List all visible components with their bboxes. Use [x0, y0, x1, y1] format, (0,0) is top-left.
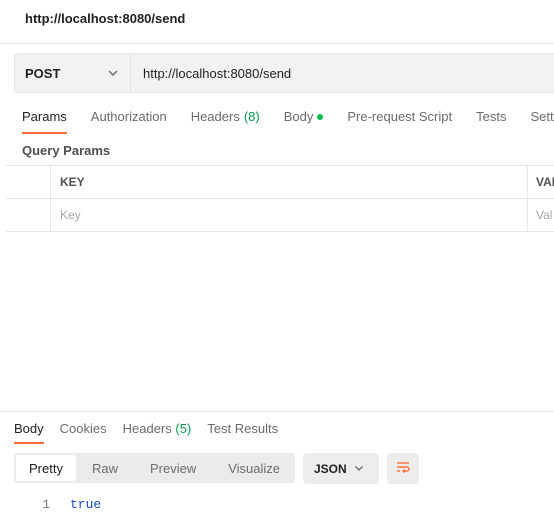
wrap-lines-button[interactable]	[387, 453, 419, 484]
query-params-title: Query Params	[22, 143, 111, 158]
body-indicator-dot	[317, 113, 324, 120]
tab-body[interactable]: Body	[284, 109, 324, 134]
url-input[interactable]	[131, 54, 554, 92]
view-raw-button[interactable]: Raw	[76, 455, 134, 481]
tab-tests[interactable]: Tests	[476, 109, 506, 134]
view-visualize-button[interactable]: Visualize	[212, 455, 296, 481]
query-params-table: KEY VAL Key Val	[6, 165, 554, 232]
tab-response-headers-label: Headers	[122, 421, 172, 436]
response-tabs: Body Cookies Headers (5) Test Results	[14, 421, 294, 444]
view-mode-selector: Pretty Raw Preview Visualize	[14, 453, 295, 483]
tab-cookies[interactable]: Cookies	[60, 421, 107, 444]
wrap-lines-icon	[395, 459, 411, 478]
header-divider	[0, 43, 554, 44]
response-divider	[0, 411, 554, 412]
tab-response-body[interactable]: Body	[14, 421, 44, 444]
line-number: 1	[42, 497, 50, 512]
format-label: JSON	[314, 461, 347, 476]
table-row: Key Val	[6, 199, 554, 232]
tab-settings[interactable]: Sett	[530, 109, 553, 134]
tab-prerequest-script[interactable]: Pre-request Script	[347, 109, 452, 134]
value-input[interactable]: Val	[528, 199, 554, 231]
method-label: POST	[25, 65, 61, 81]
tab-test-results[interactable]: Test Results	[207, 421, 278, 444]
view-preview-button[interactable]: Preview	[134, 455, 212, 481]
method-select[interactable]: POST	[15, 54, 131, 92]
tab-response-headers[interactable]: Headers (5)	[123, 421, 192, 444]
tab-headers-label: Headers	[190, 109, 240, 124]
url-bar: POST	[14, 53, 554, 93]
request-tabs: Params Authorization Headers (8) Body Pr…	[22, 109, 554, 134]
request-title: http://localhost:8080/send	[25, 11, 186, 26]
key-input[interactable]: Key	[51, 199, 528, 231]
chevron-down-icon	[353, 462, 367, 476]
tab-headers-count: (8)	[243, 109, 260, 124]
row-checkbox-cell	[6, 199, 51, 231]
table-header-row: KEY VAL	[6, 166, 554, 199]
tab-response-headers-count: (5)	[175, 421, 192, 436]
tab-body-label: Body	[283, 109, 314, 124]
view-pretty-button[interactable]: Pretty	[16, 455, 76, 481]
chevron-down-icon	[106, 66, 120, 80]
response-body-content: true	[70, 497, 102, 512]
key-column-header: KEY	[51, 166, 528, 198]
value-column-header: VAL	[536, 175, 554, 189]
response-code-line: 1 true	[0, 497, 101, 512]
tab-params[interactable]: Params	[22, 109, 67, 134]
tab-headers[interactable]: Headers (8)	[191, 109, 260, 134]
checkbox-column	[6, 166, 51, 198]
tab-authorization[interactable]: Authorization	[91, 109, 167, 134]
format-select[interactable]: JSON	[303, 453, 379, 484]
